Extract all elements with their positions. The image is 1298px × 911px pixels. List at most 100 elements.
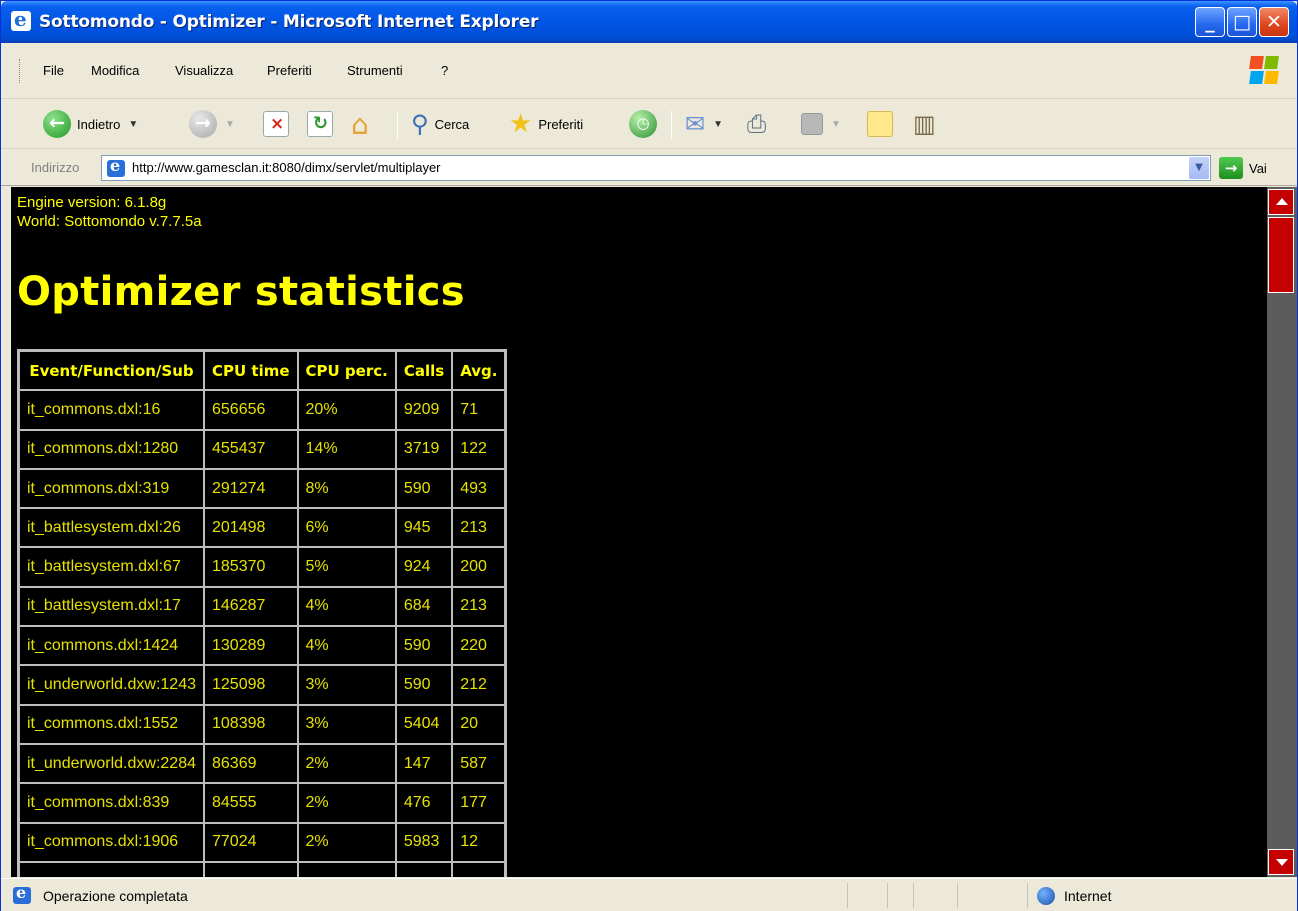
address-url[interactable]: http://www.gamesclan.it:8080/dimx/servle… [132,160,441,175]
cell-cpu-time: 77024 [204,822,298,862]
cell-cpu-perc: 3% [297,665,396,705]
menu-modifica[interactable]: Modifica [91,63,139,78]
engine-version: Engine version: 6.1.8g [17,194,167,211]
vertical-scrollbar[interactable] [1267,187,1297,877]
cell-calls: 9209 [395,390,453,430]
go-button[interactable]: → Vai [1219,156,1267,180]
maximize-icon: □ [1233,11,1251,33]
cell-cpu-perc: 8% [297,468,396,509]
search-label: Cerca [434,116,470,132]
cell-avg: 177 [452,783,506,823]
cell-calls: 5404 [395,704,453,744]
menu-preferiti[interactable]: Preferiti [267,63,312,78]
menu-visualizza[interactable]: Visualizza [175,63,233,78]
maximize-button[interactable]: □ [1227,7,1257,37]
cell-event: it_commons.dxl:1552 [19,704,204,744]
status-page-icon [13,883,31,904]
scroll-thumb[interactable] [1268,217,1294,293]
home-button[interactable]: ⌂ [351,107,369,141]
menu-grip[interactable] [19,59,22,83]
address-bar: Indirizzo http://www.gamesclan.it:8080/d… [1,150,1297,186]
optimizer-stats-table: Event/Function/Sub CPU time CPU perc. Ca… [17,349,508,877]
cell-avg: 122 [452,429,506,469]
refresh-icon: ↻ [307,111,333,137]
table-row: it_commons.dxl:1552 108398 3% 5404 20 [19,704,506,744]
cell-calls: 5983 [395,822,453,862]
engine-info: Engine version: 6.1.8g World: Sottomondo… [17,193,202,231]
cell-avg: 493 [452,468,506,509]
mail-button[interactable]: ✉ ▼ [685,107,723,141]
status-bar: Operazione completata Internet [1,878,1297,911]
security-zone[interactable]: Internet [1037,887,1111,905]
table-row: it_commons.dxl:1906 77024 2% 5983 12 [19,822,506,862]
cell-cpu-perc: 2% [297,822,396,862]
printer-icon: ⎙ [747,110,767,138]
history-icon: ◷ [629,110,657,138]
cell-calls: 590 [395,626,453,666]
print-button[interactable]: ⎙ [747,107,766,141]
cell-avg [452,861,506,877]
page-icon [107,156,125,177]
cell-event: it_underworld.dxw:1243 [19,665,204,705]
address-label: Indirizzo [31,160,80,175]
close-icon: ✕ [1266,11,1282,33]
back-label: Indietro [77,116,121,132]
back-dropdown-icon[interactable]: ▼ [128,119,138,130]
minimize-button[interactable]: _ [1195,7,1225,37]
minimize-icon: _ [1205,11,1215,33]
cell-event: it_commons.dxl:319 [19,468,204,509]
table-row: it_commons.dxl:16 656656 20% 9209 71 [19,390,506,430]
cell-event: it_commons.dxl:1906 [19,822,204,862]
cell-cpu-perc: 4% [297,586,396,627]
scroll-down-icon [1276,859,1288,866]
edit-dropdown-icon[interactable]: ▼ [831,119,841,130]
header-cpu-perc: CPU perc. [297,351,396,391]
menu-help[interactable]: ? [441,63,448,78]
cell-cpu-time: 291274 [204,468,298,509]
stop-button[interactable]: × [263,107,289,141]
menu-strumenti[interactable]: Strumenti [347,63,403,78]
history-button[interactable]: ◷ [629,107,657,141]
cell-cpu-time: 185370 [204,547,298,587]
header-calls: Calls [395,351,453,391]
cell-avg: 212 [452,665,506,705]
refresh-button[interactable]: ↻ [307,107,333,141]
forward-button[interactable]: → ▼ [189,107,235,141]
back-arrow-icon: ← [43,110,71,138]
window-title: Sottomondo - Optimizer - Microsoft Inter… [39,12,539,32]
discuss-button[interactable] [867,107,893,141]
favorites-label: Preferiti [538,116,584,132]
cell-cpu-time [204,861,298,877]
cell-calls: 147 [395,743,453,784]
address-input[interactable]: http://www.gamesclan.it:8080/dimx/servle… [101,155,1211,181]
close-button[interactable]: ✕ [1259,7,1289,37]
windows-logo-icon [1249,55,1279,85]
world-version: World: Sottomondo v.7.7.5a [17,213,202,230]
edit-button[interactable]: ▼ [801,107,841,141]
table-header-row: Event/Function/Sub CPU time CPU perc. Ca… [19,351,506,391]
scroll-up-button[interactable] [1268,189,1294,215]
table-body: it_commons.dxl:16 656656 20% 9209 71 it_comm… [19,390,506,877]
favorites-star-icon: ★ [509,109,533,139]
cell-cpu-perc: 2% [297,743,396,784]
search-button[interactable]: ⚲ Cerca [411,107,469,141]
favorites-button[interactable]: ★ Preferiti [509,107,583,141]
research-button[interactable]: ▥ [913,107,936,141]
home-icon: ⌂ [351,107,369,141]
status-pane [847,883,848,908]
cell-cpu-perc: 2% [297,783,396,823]
cell-cpu-time: 108398 [204,704,298,744]
mail-dropdown-icon[interactable]: ▼ [713,119,723,130]
address-dropdown-icon[interactable]: ▼ [1189,157,1209,179]
cell-calls: 590 [395,665,453,705]
status-pane [957,883,958,908]
table-row: it_underworld.dxw:2284 86369 2% 147 587 [19,743,506,784]
forward-dropdown-icon[interactable]: ▼ [225,119,235,130]
cell-event: it_battlesystem.dxl:26 [19,508,204,548]
back-button[interactable]: ← Indietro ▼ [43,107,138,141]
scroll-down-button[interactable] [1268,849,1294,875]
menu-file[interactable]: File [43,63,64,78]
globe-icon [1037,887,1055,905]
title-bar[interactable]: Sottomondo - Optimizer - Microsoft Inter… [1,1,1297,43]
cell-event: it_battlesystem.dxl:17 [19,586,204,627]
